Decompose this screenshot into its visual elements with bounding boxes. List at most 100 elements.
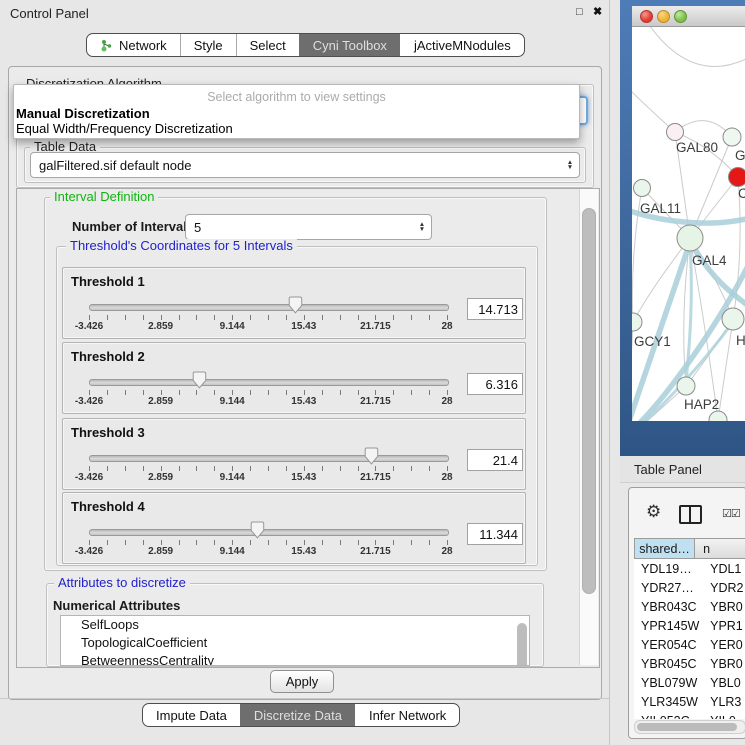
- slider-tick: [286, 466, 287, 471]
- cell-name[interactable]: YPR1: [701, 619, 745, 633]
- table-hscrollbar-track[interactable]: [634, 720, 745, 734]
- float-panel-icon[interactable]: □: [576, 6, 583, 18]
- tab-select[interactable]: Select: [236, 34, 299, 56]
- gal4-node[interactable]: [677, 225, 703, 251]
- slider-tick: [375, 315, 376, 320]
- settings-scrollbar-thumb[interactable]: [582, 208, 596, 594]
- cell-shared-name[interactable]: YDL19…: [634, 562, 701, 576]
- cell-shared-name[interactable]: YLR345W: [634, 695, 701, 709]
- tab-network[interactable]: Network: [87, 34, 180, 56]
- slider-thumb[interactable]: [250, 521, 265, 539]
- table-row[interactable]: YIL052CYIL0: [634, 711, 745, 719]
- gal80-node[interactable]: [667, 124, 684, 141]
- tab-jactivemnodules[interactable]: jActiveMNodules: [400, 34, 524, 56]
- zoom-window-icon[interactable]: [674, 10, 687, 23]
- threshold-value-field[interactable]: [467, 449, 523, 471]
- slider-thumb[interactable]: [364, 447, 379, 465]
- threshold-value-field[interactable]: [467, 298, 523, 320]
- tab-style[interactable]: Style: [180, 34, 236, 56]
- apply-button[interactable]: Apply: [270, 670, 334, 693]
- slider-tick-label: 9.144: [207, 472, 257, 483]
- slider-track[interactable]: [89, 529, 449, 536]
- table-row[interactable]: YDL19…YDL1: [634, 559, 745, 578]
- network-edge[interactable]: [632, 87, 675, 132]
- network-window-titlebar[interactable]: [632, 6, 745, 27]
- attribute-item-selfloops[interactable]: SelfLoops: [61, 616, 529, 634]
- hap2-node[interactable]: [677, 377, 695, 395]
- split-columns-icon[interactable]: [679, 505, 702, 524]
- tab-infer-network[interactable]: Infer Network: [355, 704, 459, 726]
- algorithm-option-equal-width[interactable]: Equal Width/Frequency Discretization: [16, 121, 556, 136]
- slider-tick-label: 28: [422, 321, 472, 332]
- table-row[interactable]: YBR045CYBR0: [634, 654, 745, 673]
- numerical-attributes-list[interactable]: SelfLoopsTopologicalCoefficientBetweenne…: [60, 615, 530, 666]
- cell-name[interactable]: YDL1: [701, 562, 745, 576]
- network-edge[interactable]: [633, 238, 690, 322]
- cell-shared-name[interactable]: YIL052C: [634, 714, 701, 720]
- slider-thumb[interactable]: [288, 296, 303, 314]
- gear-icon[interactable]: ⚙: [646, 502, 661, 522]
- slider-tick-label: 2.859: [136, 321, 186, 332]
- table-data-combo[interactable]: galFiltered.sif default node ▲▼: [30, 152, 580, 178]
- close-panel-icon[interactable]: ✖: [593, 5, 602, 18]
- tab-discretize-data[interactable]: Discretize Data: [240, 704, 355, 726]
- cell-name[interactable]: YBL0: [701, 676, 745, 690]
- cell-shared-name[interactable]: YPR145W: [634, 619, 701, 633]
- tab-cyni-toolbox[interactable]: Cyni Toolbox: [299, 34, 400, 56]
- cell-name[interactable]: YBR0: [701, 600, 745, 614]
- algorithm-option-manual[interactable]: Manual Discretization: [16, 106, 556, 121]
- table-row[interactable]: YPR145WYPR1: [634, 616, 745, 635]
- network-canvas[interactable]: GAL80GACGAL11GAL4GCY1HHAP2: [632, 27, 745, 421]
- cell-shared-name[interactable]: YBR043C: [634, 600, 701, 614]
- cell-shared-name[interactable]: YBR045C: [634, 657, 701, 671]
- table-row[interactable]: YER054CYER0: [634, 635, 745, 654]
- red-node[interactable]: [729, 168, 745, 187]
- slider-tick-label: 21.715: [350, 472, 400, 483]
- cell-shared-name[interactable]: YBL079W: [634, 676, 701, 690]
- minimize-window-icon[interactable]: [657, 10, 670, 23]
- close-window-icon[interactable]: [640, 10, 653, 23]
- network-edge[interactable]: [647, 27, 745, 66]
- threshold-value-field[interactable]: [467, 373, 523, 395]
- column-header-name[interactable]: n: [695, 538, 745, 559]
- slider-tick-label: 28: [422, 546, 472, 557]
- column-header-shared-name[interactable]: shared…: [634, 538, 695, 559]
- edge-node[interactable]: [723, 128, 741, 146]
- h-node[interactable]: [722, 308, 744, 330]
- attribute-item-topologicalcoefficient[interactable]: TopologicalCoefficient: [61, 634, 529, 652]
- attributes-scrollbar-thumb[interactable]: [517, 623, 527, 666]
- network-edge[interactable]: [690, 242, 745, 307]
- cell-name[interactable]: YER0: [701, 638, 745, 652]
- cell-name[interactable]: YIL0: [701, 714, 745, 720]
- cell-name[interactable]: YDR2: [701, 581, 745, 595]
- slider-thumb[interactable]: [192, 371, 207, 389]
- cell-name[interactable]: YBR0: [701, 657, 745, 671]
- tab-impute-data[interactable]: Impute Data: [143, 704, 240, 726]
- interval-definition-group-title: Interval Definition: [50, 190, 158, 203]
- cell-name[interactable]: YLR3: [701, 695, 745, 709]
- network-view-frame: GAL80GACGAL11GAL4GCY1HHAP2: [620, 0, 745, 456]
- table-panel-body: ⚙ ☑☑ shared… n YDL19…YDL1YDR27…YDR2YBR04…: [628, 487, 745, 739]
- table-row[interactable]: YBR043CYBR0: [634, 597, 745, 616]
- slider-track[interactable]: [89, 455, 449, 462]
- attribute-item-betweennesscentrality[interactable]: BetweennessCentrality: [61, 652, 529, 666]
- slider-track[interactable]: [89, 379, 449, 386]
- table-row[interactable]: YBL079WYBL0: [634, 673, 745, 692]
- table-hscrollbar-thumb[interactable]: [637, 723, 737, 731]
- slider-track[interactable]: [89, 304, 449, 311]
- slider-tick: [411, 390, 412, 395]
- slider-tick-label: -3.426: [64, 546, 114, 557]
- number-of-intervals-combo[interactable]: 5 ▲▼: [185, 214, 432, 240]
- cell-shared-name[interactable]: YER054C: [634, 638, 701, 652]
- threshold-panel: Threshold 3 -3.4262.8599.14415.4321.7152…: [62, 418, 526, 490]
- select-columns-icon[interactable]: ☑☑: [722, 507, 740, 520]
- cut-node[interactable]: [709, 411, 727, 421]
- cell-shared-name[interactable]: YDR27…: [634, 581, 701, 595]
- threshold-value-field[interactable]: [467, 523, 523, 545]
- split-pane-divider[interactable]: [609, 0, 610, 745]
- gcy1-node[interactable]: [632, 313, 642, 331]
- table-row[interactable]: YDR27…YDR2: [634, 578, 745, 597]
- slider-tick-label: 15.43: [279, 321, 329, 332]
- gal11-node[interactable]: [634, 180, 651, 197]
- table-row[interactable]: YLR345WYLR3: [634, 692, 745, 711]
